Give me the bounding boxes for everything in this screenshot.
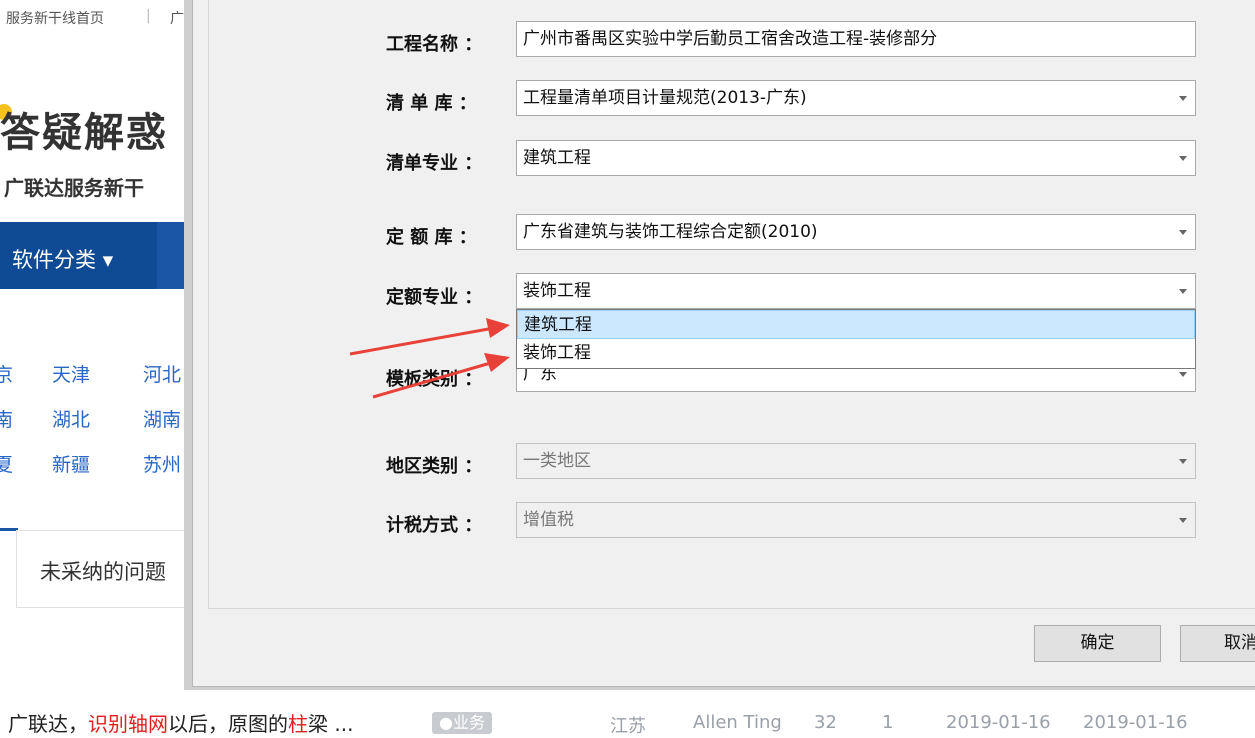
annotation-arrows (349, 318, 510, 399)
annotation-arrow-decoration (372, 353, 510, 399)
annotation-arrow-building (349, 318, 510, 356)
